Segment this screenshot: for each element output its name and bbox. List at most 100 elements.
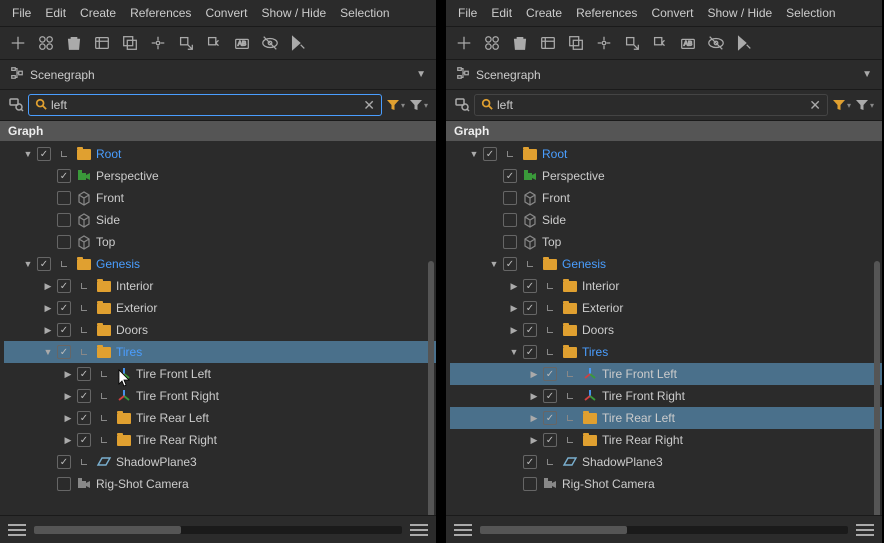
filter-button[interactable]: ▾ (855, 98, 874, 112)
toolbar-button-0[interactable] (454, 33, 474, 53)
vertical-scrollbar[interactable] (874, 261, 880, 515)
visibility-checkbox[interactable] (77, 433, 91, 447)
tree-row[interactable]: ▶Tire Rear Left (4, 407, 436, 429)
dropdown-caret-icon[interactable]: ▼ (862, 69, 872, 80)
search-box[interactable]: ✕ (474, 94, 828, 116)
visibility-checkbox[interactable] (503, 213, 517, 227)
tree-row[interactable]: ▶Tire Rear Right (450, 429, 882, 451)
tree-view[interactable]: ▼RootPerspectiveFrontSideTop▼Genesis▶Int… (0, 141, 436, 515)
visibility-checkbox[interactable] (523, 477, 537, 491)
find-replace-icon[interactable] (8, 96, 24, 115)
tree-row[interactable]: ▶Doors (4, 319, 436, 341)
clear-search-icon[interactable]: ✕ (809, 97, 821, 114)
menu-item[interactable]: Convert (645, 4, 699, 22)
visibility-checkbox[interactable] (523, 279, 537, 293)
menu-right-icon[interactable] (410, 524, 428, 536)
toolbar-button-2[interactable] (64, 33, 84, 53)
tree-view[interactable]: ▼RootPerspectiveFrontSideTop▼Genesis▶Int… (446, 141, 882, 515)
visibility-checkbox[interactable] (503, 257, 517, 271)
visibility-checkbox[interactable] (523, 323, 537, 337)
toolbar-button-9[interactable] (706, 33, 726, 53)
visibility-checkbox[interactable] (57, 235, 71, 249)
dropdown-caret-icon[interactable]: ▼ (416, 69, 426, 80)
menu-item[interactable]: Create (520, 4, 568, 22)
expand-toggle[interactable]: ▶ (42, 303, 54, 314)
visibility-checkbox[interactable] (57, 345, 71, 359)
visibility-checkbox[interactable] (57, 191, 71, 205)
tree-row[interactable]: Front (450, 187, 882, 209)
expand-toggle[interactable]: ▼ (22, 259, 34, 269)
expand-toggle[interactable]: ▶ (508, 303, 520, 314)
toolbar-button-7[interactable] (204, 33, 224, 53)
visibility-checkbox[interactable] (503, 191, 517, 205)
menu-item[interactable]: Show / Hide (255, 4, 332, 22)
clear-search-icon[interactable]: ✕ (363, 97, 375, 114)
tree-row[interactable]: ▶Tire Front Right (4, 385, 436, 407)
visibility-checkbox[interactable] (57, 301, 71, 315)
menu-right-icon[interactable] (856, 524, 874, 536)
expand-toggle[interactable]: ▶ (528, 435, 540, 446)
search-box[interactable]: ✕ (28, 94, 382, 116)
tree-row[interactable]: Top (450, 231, 882, 253)
visibility-checkbox[interactable] (57, 169, 71, 183)
toolbar-button-6[interactable] (622, 33, 642, 53)
visibility-checkbox[interactable] (57, 477, 71, 491)
visibility-checkbox[interactable] (543, 389, 557, 403)
visibility-checkbox[interactable] (37, 257, 51, 271)
tree-row[interactable]: Side (450, 209, 882, 231)
visibility-checkbox[interactable] (503, 235, 517, 249)
expand-toggle[interactable]: ▶ (42, 325, 54, 336)
tree-row[interactable]: Perspective (4, 165, 436, 187)
expand-toggle[interactable]: ▶ (62, 391, 74, 402)
toolbar-button-5[interactable] (148, 33, 168, 53)
toolbar-button-3[interactable] (92, 33, 112, 53)
tree-row[interactable]: ▼Root (450, 143, 882, 165)
toolbar-button-9[interactable] (260, 33, 280, 53)
tree-row[interactable]: ▶Tire Front Left (4, 363, 436, 385)
expand-toggle[interactable]: ▼ (508, 347, 520, 357)
menu-left-icon[interactable] (8, 524, 26, 536)
menu-item[interactable]: Edit (485, 4, 518, 22)
expand-toggle[interactable]: ▶ (42, 281, 54, 292)
scenegraph-header[interactable]: Scenegraph▼ (0, 60, 436, 90)
tree-row[interactable]: ▶Exterior (450, 297, 882, 319)
visibility-checkbox[interactable] (523, 301, 537, 315)
menu-item[interactable]: Edit (39, 4, 72, 22)
search-input[interactable] (497, 98, 805, 112)
scenegraph-header[interactable]: Scenegraph▼ (446, 60, 882, 90)
visibility-checkbox[interactable] (77, 389, 91, 403)
filter-button[interactable]: ▾ (409, 98, 428, 112)
tree-row[interactable]: ▼Tires (450, 341, 882, 363)
visibility-checkbox[interactable] (57, 323, 71, 337)
menu-left-icon[interactable] (454, 524, 472, 536)
tree-row[interactable]: Rig-Shot Camera (450, 473, 882, 495)
toolbar-button-3[interactable] (538, 33, 558, 53)
visibility-checkbox[interactable] (57, 213, 71, 227)
tree-row[interactable]: ▶Doors (450, 319, 882, 341)
toolbar-button-5[interactable] (594, 33, 614, 53)
tree-row[interactable]: ▶Tire Rear Left (450, 407, 882, 429)
expand-toggle[interactable]: ▶ (508, 325, 520, 336)
expand-toggle[interactable]: ▶ (62, 413, 74, 424)
menu-item[interactable]: Selection (780, 4, 841, 22)
menu-item[interactable]: File (452, 4, 483, 22)
toolbar-button-1[interactable] (36, 33, 56, 53)
filter-active-button[interactable]: ▾ (832, 98, 851, 112)
tree-row[interactable]: ▶Exterior (4, 297, 436, 319)
toolbar-button-10[interactable] (734, 33, 754, 53)
visibility-checkbox[interactable] (37, 147, 51, 161)
visibility-checkbox[interactable] (57, 279, 71, 293)
tree-row[interactable]: ▼Genesis (4, 253, 436, 275)
toolbar-button-7[interactable] (650, 33, 670, 53)
menu-item[interactable]: References (570, 4, 643, 22)
menu-item[interactable]: Convert (199, 4, 253, 22)
expand-toggle[interactable]: ▼ (468, 149, 480, 159)
menu-item[interactable]: Create (74, 4, 122, 22)
horizontal-scrollbar[interactable] (480, 526, 848, 534)
expand-toggle[interactable]: ▶ (62, 435, 74, 446)
visibility-checkbox[interactable] (523, 455, 537, 469)
tree-row[interactable]: ▶Tire Front Left (450, 363, 882, 385)
visibility-checkbox[interactable] (523, 345, 537, 359)
tree-row[interactable]: ▼Tires (4, 341, 436, 363)
expand-toggle[interactable]: ▶ (528, 391, 540, 402)
